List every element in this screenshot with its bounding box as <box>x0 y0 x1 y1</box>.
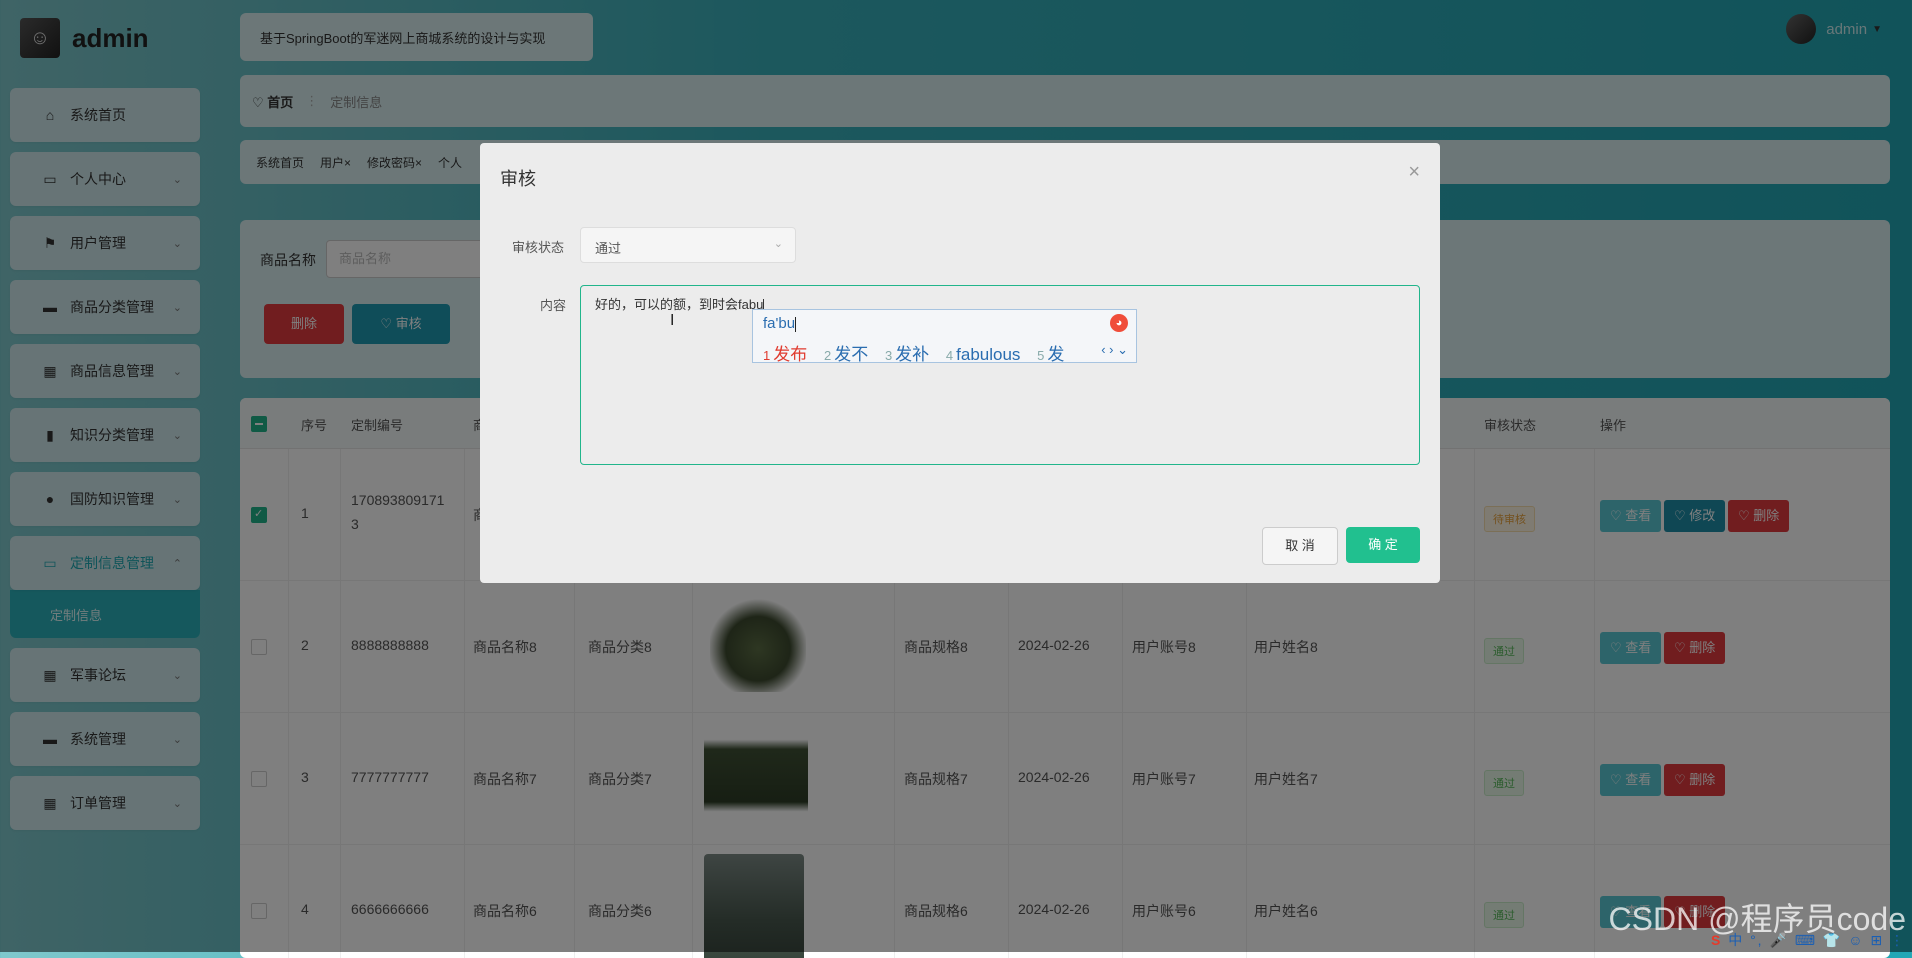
chevron-down-icon: ⌄ <box>773 238 783 250</box>
ime-candidate-text: 发 <box>1047 345 1065 364</box>
ime-candidate[interactable]: 1 发布 <box>763 345 807 364</box>
ime-candidate[interactable]: 4 fabulous <box>946 345 1021 364</box>
ime-composition-text: fa'bu <box>763 315 796 332</box>
content-text: 好的，可以的额，到时会fabu <box>595 297 764 312</box>
ime-tray-toolbar[interactable]: S 中 °, 🎤 ⌨ 👕 ☺ ⊞ ⋮ <box>1711 930 1906 950</box>
ime-candidate-number: 1 <box>763 348 771 363</box>
ime-candidate[interactable]: 2 发不 <box>824 345 868 364</box>
ime-logo-icon[interactable]: ◕ <box>1110 314 1128 332</box>
ime-candidate-number: 4 <box>945 348 954 363</box>
ime-composition: fa'bu <box>763 315 797 332</box>
ime-candidate-list: 1 发布 2 发不 3 发补 4 fabulous 5发 <box>763 340 1076 365</box>
confirm-button[interactable]: 确 定 <box>1346 527 1420 563</box>
mouse-ibeam-cursor-icon: I <box>670 312 675 329</box>
ime-candidate-number: 2 <box>823 348 832 363</box>
ime-candidate-popup: fa'bu ◕ 1 发布 2 发不 3 发补 4 fabulous 5发 ‹ › ⌄ <box>752 309 1137 365</box>
content-textarea-value: 好的，可以的额，到时会fabu <box>595 294 765 313</box>
dialog-title: 审核 <box>500 169 536 189</box>
ime-candidate-text: 发不 <box>834 345 869 364</box>
close-icon[interactable]: × <box>1408 161 1420 184</box>
ime-candidate-text: 发布 <box>773 345 808 364</box>
ime-candidate-text: 发补 <box>895 345 930 364</box>
ime-page-nav[interactable]: ‹ › ⌄ <box>1101 342 1128 358</box>
status-select[interactable]: 通过 ⌄ <box>580 227 796 263</box>
ime-candidate-number: 3 <box>884 348 893 363</box>
status-field-label: 审核状态 <box>512 240 565 255</box>
status-select-value: 通过 <box>595 241 622 256</box>
ime-candidate-text: fabulous <box>956 345 1021 364</box>
ime-candidate[interactable]: 3 发补 <box>885 345 929 364</box>
ime-candidate[interactable]: 5发 <box>1037 345 1064 364</box>
content-field-label: 内容 <box>540 298 567 313</box>
ime-candidate-number: 5 <box>1037 348 1045 363</box>
ime-caret <box>795 316 797 332</box>
cancel-button[interactable]: 取 消 <box>1262 527 1338 565</box>
sogou-logo-icon: S <box>1710 932 1723 948</box>
ime-tray-icons: 中 °, 🎤 ⌨ 👕 ☺ ⊞ ⋮ <box>1728 932 1906 948</box>
